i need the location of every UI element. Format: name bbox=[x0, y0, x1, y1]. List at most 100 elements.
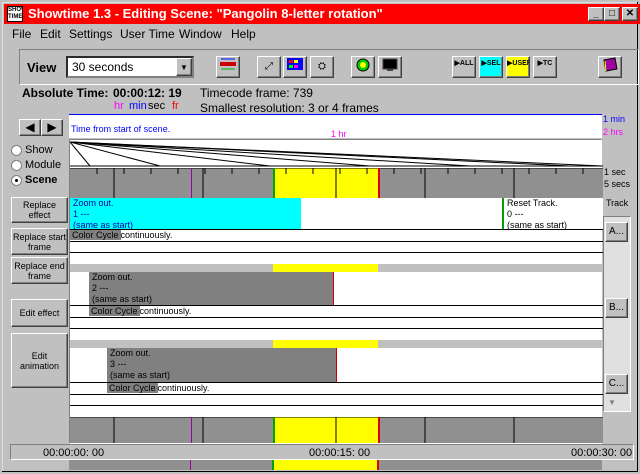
scale-5secs-label: 5 secs bbox=[604, 179, 631, 189]
row-divider bbox=[70, 252, 603, 253]
color-cycle-label: Color Cycle bbox=[70, 230, 121, 240]
track-c-button[interactable]: C... bbox=[605, 374, 628, 394]
view-select-value: 30 seconds bbox=[72, 60, 134, 74]
absolute-time-value: 00:00:12: 19 bbox=[113, 86, 182, 100]
track-a-button[interactable]: A... bbox=[605, 222, 628, 242]
scroll-down-icon[interactable]: ▼ bbox=[608, 398, 616, 407]
start-marker bbox=[272, 460, 274, 470]
book-icon[interactable] bbox=[598, 56, 622, 78]
menu-window[interactable]: Window bbox=[179, 27, 222, 41]
arrow-left-icon[interactable]: ◀ bbox=[19, 119, 41, 136]
view-select[interactable]: 30 seconds ▼ bbox=[66, 56, 194, 78]
replace-start-frame-button[interactable]: Replace start frame bbox=[11, 228, 68, 255]
effect-title: Zoom out. bbox=[110, 348, 151, 358]
scale-ruler[interactable]: Time from start of scene. 1 hr bbox=[69, 114, 602, 139]
unit-min: min bbox=[129, 100, 147, 112]
effect-title: Reset Track. bbox=[507, 198, 558, 208]
bottom-tick-strip bbox=[70, 417, 603, 443]
effect-track: 1 --- bbox=[73, 209, 90, 219]
chevron-down-icon[interactable]: ▼ bbox=[176, 58, 192, 76]
radio-module[interactable]: Module bbox=[11, 159, 61, 171]
effect-frame: (same as start) bbox=[92, 294, 153, 304]
track-b-color-cycle[interactable]: Color Cycle continuously. bbox=[89, 306, 191, 317]
play-timecode-button[interactable]: ▶TC bbox=[533, 56, 557, 78]
timecode-frame: Timecode frame: 739 bbox=[200, 86, 313, 100]
replace-effect-button[interactable]: Replace effect bbox=[11, 197, 68, 223]
radio-dot-selected bbox=[11, 174, 22, 186]
effect-frame: (same as start) bbox=[110, 370, 171, 380]
row-divider bbox=[70, 328, 603, 329]
track-a-color-cycle[interactable]: Color Cycle continuously. bbox=[70, 230, 172, 241]
menu-user-time[interactable]: User Time bbox=[120, 27, 175, 41]
palette-grid-icon[interactable] bbox=[283, 56, 307, 78]
laser-icon[interactable] bbox=[216, 56, 240, 78]
end-marker bbox=[377, 460, 379, 470]
toolbar: View 30 seconds ▼ ⤢ ⛭ ▶ALL ▶SEL ▶USER ▶T… bbox=[19, 49, 639, 85]
time-from-start-label: Time from start of scene. bbox=[71, 124, 171, 134]
effect-track: 3 --- bbox=[110, 359, 127, 369]
menu-bar: File Edit Settings User Time Window Help bbox=[4, 24, 640, 43]
radio-scene[interactable]: Scene bbox=[11, 174, 57, 186]
track-c-color-cycle[interactable]: Color Cycle continuously. bbox=[107, 383, 209, 394]
color-wheel-icon[interactable] bbox=[351, 56, 375, 78]
continuously-label: continuously. bbox=[120, 230, 173, 240]
effect-track: 0 --- bbox=[507, 209, 524, 219]
highlight-band bbox=[273, 340, 378, 348]
scroll-arrows: ◀ ▶ bbox=[19, 119, 63, 136]
expand-icon[interactable]: ⤢ bbox=[257, 56, 281, 78]
highlight-band bbox=[273, 264, 378, 272]
menu-edit[interactable]: Edit bbox=[40, 27, 61, 41]
unit-hr: hr bbox=[114, 100, 124, 112]
menu-settings[interactable]: Settings bbox=[69, 27, 112, 41]
playhead bbox=[190, 460, 191, 470]
play-selection-button[interactable]: ▶SEL bbox=[479, 56, 503, 78]
maximize-button[interactable]: □ bbox=[604, 7, 620, 21]
continuously-label: continuously. bbox=[157, 383, 210, 393]
track-c-zoom-effect[interactable]: Zoom out. 3 --- (same as start) bbox=[107, 348, 337, 382]
row-divider bbox=[70, 394, 603, 395]
scale-2hrs-label: 2 hrs bbox=[603, 127, 624, 137]
radio-show-label: Show bbox=[25, 144, 53, 156]
start-marker bbox=[273, 168, 275, 198]
radio-show[interactable]: Show bbox=[11, 144, 53, 156]
highlight-band bbox=[272, 460, 377, 470]
effect-title: Zoom out. bbox=[73, 198, 114, 208]
tick-strip bbox=[70, 168, 603, 198]
scale-1sec-label: 1 sec bbox=[604, 167, 626, 177]
end-marker bbox=[378, 417, 380, 443]
projector-icon[interactable]: ⛭ bbox=[310, 56, 334, 78]
edit-animation-button[interactable]: Edit animation bbox=[11, 333, 68, 388]
monitor-icon[interactable] bbox=[378, 56, 402, 78]
ruler-line bbox=[69, 114, 602, 115]
scale-1hr-label: 1 hr bbox=[331, 129, 347, 139]
timeline[interactable]: Zoom out. 1 --- (same as start) Reset Tr… bbox=[69, 139, 604, 444]
playhead bbox=[191, 417, 192, 443]
track-a-zoom-effect[interactable]: Zoom out. 1 --- (same as start) bbox=[70, 198, 301, 229]
smallest-resolution: Smallest resolution: 3 or 4 frames bbox=[200, 101, 379, 115]
app-icon[interactable]: SHOW TIME bbox=[7, 6, 23, 22]
edit-effect-button[interactable]: Edit effect bbox=[11, 299, 68, 327]
effect-frame: (same as start) bbox=[507, 220, 568, 229]
arrow-right-icon[interactable]: ▶ bbox=[41, 119, 63, 136]
title-bar: SHOW TIME Showtime 1.3 - Editing Scene: … bbox=[4, 4, 640, 24]
track-a-reset-effect[interactable]: Reset Track. 0 --- (same as start) bbox=[502, 198, 603, 229]
replace-end-frame-button[interactable]: Replace end frame bbox=[11, 257, 68, 284]
unit-fr: fr bbox=[172, 100, 179, 112]
scale-1min-label: 1 min bbox=[603, 114, 626, 124]
play-user-button[interactable]: ▶USER bbox=[506, 56, 530, 78]
track-gap bbox=[70, 340, 603, 348]
start-marker bbox=[273, 417, 275, 443]
end-marker bbox=[378, 168, 380, 198]
track-label: Track bbox=[606, 198, 629, 208]
close-button[interactable]: ✕ bbox=[622, 7, 638, 21]
menu-help[interactable]: Help bbox=[231, 27, 256, 41]
play-all-button[interactable]: ▶ALL bbox=[452, 56, 476, 78]
view-label: View bbox=[27, 60, 57, 75]
minimize-button[interactable]: _ bbox=[588, 7, 604, 21]
menu-file[interactable]: File bbox=[12, 27, 31, 41]
track-b-button[interactable]: B... bbox=[605, 298, 628, 318]
row-divider bbox=[70, 405, 603, 406]
row-divider bbox=[70, 241, 603, 242]
track-gap bbox=[70, 264, 603, 272]
track-b-zoom-effect[interactable]: Zoom out. 2 --- (same as start) bbox=[89, 272, 334, 305]
